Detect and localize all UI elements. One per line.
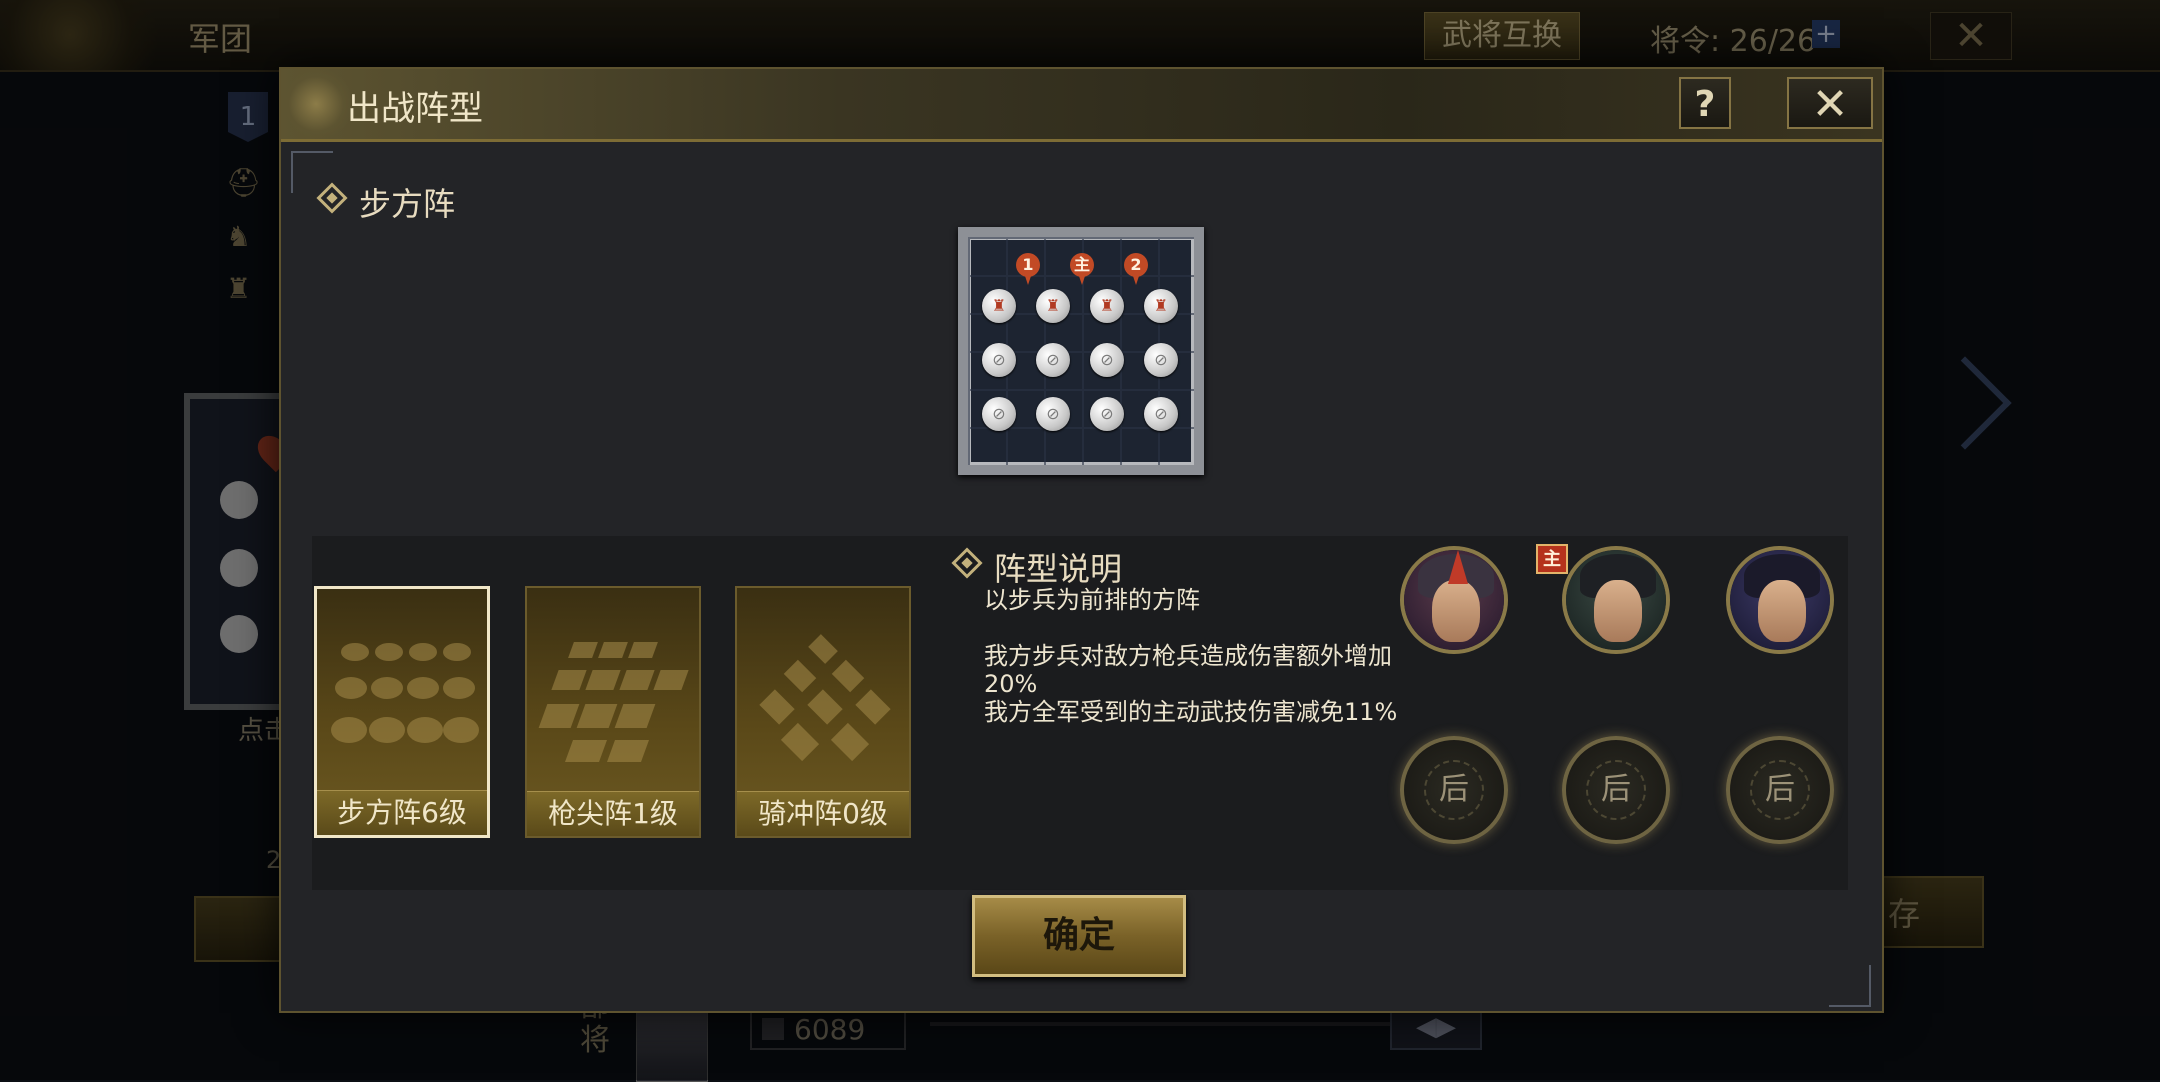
spear-unit-icon: ⊘ xyxy=(1144,397,1178,431)
formation-card-infantry-square[interactable]: 步方阵6级 xyxy=(314,586,490,838)
infantry-unit-icon: ♜ xyxy=(1036,289,1070,323)
corner-ornament xyxy=(1829,965,1871,1007)
position-pin-2: 2 xyxy=(1124,253,1148,287)
description-title: 阵型说明 xyxy=(994,550,1123,588)
infantry-unit-icon: ♜ xyxy=(1090,289,1124,323)
formation-pattern-icon xyxy=(751,634,895,766)
description-line: 我方全军受到的主动武技伤害减免11% xyxy=(984,698,1398,726)
general-portrait xyxy=(1404,550,1504,650)
leader-badge: 主 xyxy=(1536,544,1568,574)
formation-pattern-icon xyxy=(538,636,689,766)
description-text: 以步兵为前排的方阵 我方步兵对敌方枪兵造成伤害额外增加20% 我方全军受到的主动… xyxy=(984,586,1404,726)
spear-unit-icon: ⊘ xyxy=(1090,397,1124,431)
general-portrait xyxy=(1566,550,1666,650)
spear-unit-icon: ⊘ xyxy=(982,397,1016,431)
formation-name: 步方阵 xyxy=(359,185,456,223)
spear-unit-icon: ⊘ xyxy=(1036,343,1070,377)
formation-card-label: 枪尖阵1级 xyxy=(527,791,699,836)
rear-slot-2[interactable]: 后 xyxy=(1562,736,1670,844)
description-line: 我方步兵对敌方枪兵造成伤害额外增加20% xyxy=(984,642,1392,698)
infantry-unit-icon: ♜ xyxy=(982,289,1016,323)
confirm-button[interactable]: 确定 xyxy=(972,895,1186,977)
spear-unit-icon: ⊘ xyxy=(1144,343,1178,377)
rear-slot-label: 后 xyxy=(1439,772,1469,807)
position-pin-leader: 主 xyxy=(1070,253,1094,287)
emblem-icon xyxy=(281,69,351,139)
spear-unit-icon: ⊘ xyxy=(1036,397,1070,431)
dialog-title: 出战阵型 xyxy=(347,89,483,129)
formation-preview: 1 主 2 ♜ ♜ ♜ ♜ ⊘ ⊘ ⊘ ⊘ ⊘ ⊘ ⊘ ⊘ xyxy=(958,227,1204,475)
formation-dialog: 出战阵型 ? ✕ 步方阵 1 主 2 ♜ ♜ ♜ ♜ ⊘ ⊘ ⊘ ⊘ ⊘ ⊘ ⊘… xyxy=(279,67,1884,1013)
general-slot-1[interactable] xyxy=(1400,546,1508,654)
rear-slot-1[interactable]: 后 xyxy=(1400,736,1508,844)
formation-card-cavalry-charge[interactable]: 骑冲阵0级 xyxy=(735,586,911,838)
rear-slot-label: 后 xyxy=(1601,772,1631,807)
formation-pattern-icon xyxy=(331,637,479,767)
formation-card-label: 步方阵6级 xyxy=(317,790,487,835)
infantry-unit-icon: ♜ xyxy=(1144,289,1178,323)
formation-card-spear-tip[interactable]: 枪尖阵1级 xyxy=(525,586,701,838)
formation-card-label: 骑冲阵0级 xyxy=(737,791,909,836)
general-portrait xyxy=(1730,550,1830,650)
spear-unit-icon: ⊘ xyxy=(1090,343,1124,377)
description-line: 以步兵为前排的方阵 xyxy=(984,586,1200,614)
position-pin-1: 1 xyxy=(1016,253,1040,287)
spear-unit-icon: ⊘ xyxy=(982,343,1016,377)
close-button[interactable]: ✕ xyxy=(1787,77,1873,130)
rear-slot-label: 后 xyxy=(1765,772,1795,807)
general-slot-2[interactable] xyxy=(1726,546,1834,654)
rear-slot-3[interactable]: 后 xyxy=(1726,736,1834,844)
help-button[interactable]: ? xyxy=(1679,77,1731,129)
general-slot-leader[interactable] xyxy=(1562,546,1670,654)
formation-panel: 步方阵6级 枪尖阵1级 骑冲阵0级 阵型说明 以步兵为前排的方阵 我方步兵对敌方… xyxy=(312,536,1848,890)
dialog-header: 出战阵型 ? ✕ xyxy=(281,69,1882,142)
diamond-icon xyxy=(951,547,983,579)
